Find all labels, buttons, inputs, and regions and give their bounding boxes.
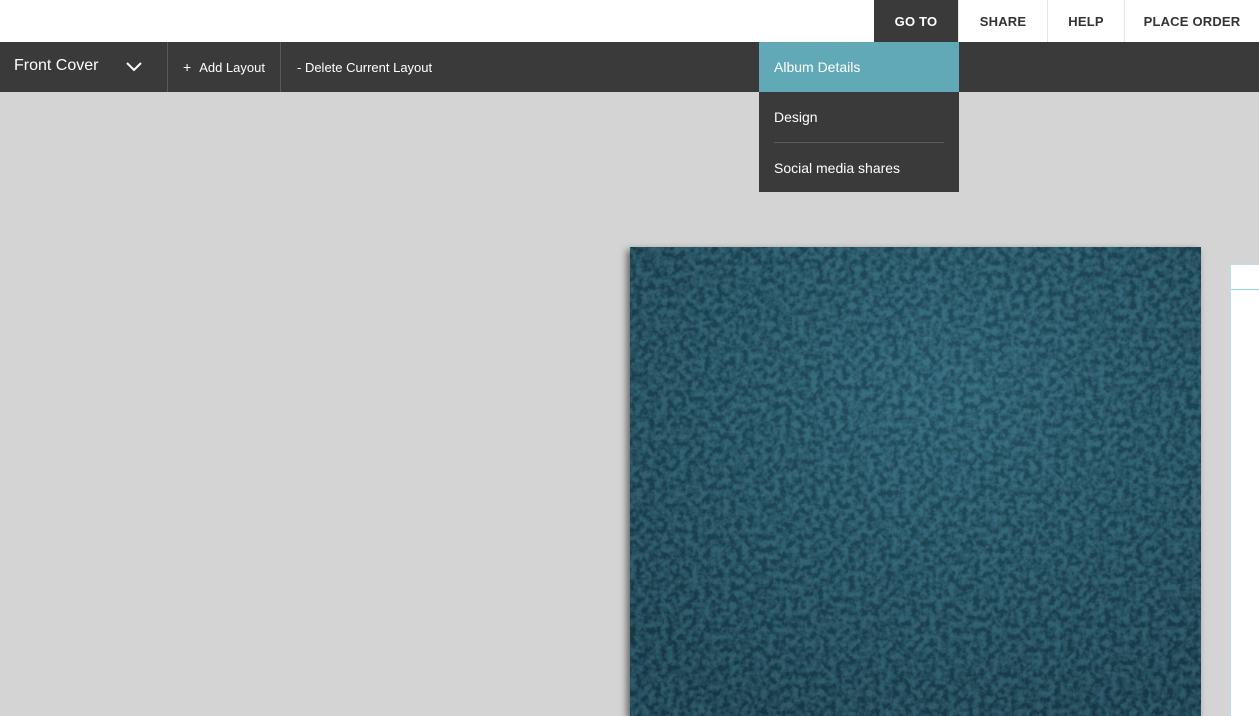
- delete-layout-button[interactable]: - Delete Current Layout: [282, 42, 432, 92]
- menu-item-social-media-shares[interactable]: Social media shares: [759, 143, 959, 192]
- plus-icon: +: [183, 59, 192, 75]
- guide-line: [1231, 289, 1259, 290]
- menu-item-design[interactable]: Design: [759, 92, 959, 142]
- layout-select[interactable]: Front Cover: [0, 42, 168, 92]
- nav-place-order-button[interactable]: PLACE ORDER: [1124, 0, 1259, 42]
- nav-help-button[interactable]: HELP: [1047, 0, 1124, 42]
- menu-item-album-details[interactable]: Album Details: [759, 42, 959, 92]
- top-bar: GO TO SHARE HELP PLACE ORDER: [0, 0, 1259, 42]
- nav-goto-button[interactable]: GO TO: [874, 0, 958, 42]
- layout-toolbar: Front Cover + Add Layout - Delete Curren…: [0, 42, 1259, 92]
- album-front-cover[interactable]: [630, 247, 1201, 716]
- add-layout-label: Add Layout: [199, 59, 265, 75]
- nav-share-button[interactable]: SHARE: [958, 0, 1047, 42]
- add-layout-button[interactable]: + Add Layout: [169, 42, 281, 92]
- goto-dropdown-menu: Album Details Design Social media shares: [759, 42, 959, 192]
- top-navigation: GO TO SHARE HELP PLACE ORDER: [874, 0, 1259, 42]
- chevron-down-icon: [126, 62, 142, 72]
- next-page-preview[interactable]: [1230, 264, 1259, 716]
- leather-texture-image: [630, 247, 1201, 716]
- layout-select-value: Front Cover: [14, 57, 99, 74]
